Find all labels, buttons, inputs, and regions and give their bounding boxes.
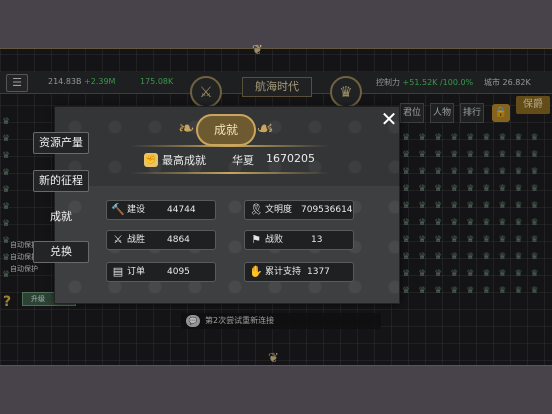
- dialog-title: 成就: [196, 114, 256, 146]
- stat-victories: ⚔ 战胜 4864: [106, 230, 216, 250]
- stat-civilization: 🎗 文明度 709536614: [244, 200, 354, 220]
- document-icon: ▤: [112, 265, 124, 278]
- best-achievement-label: 最高成就: [162, 154, 206, 167]
- side-tab-achievement[interactable]: 成就: [33, 206, 89, 228]
- laurel-right-icon: ☙: [256, 116, 274, 140]
- stat-construction: 🔨 建设 44744: [106, 200, 216, 220]
- side-tab-new-journey[interactable]: 新的征程: [33, 170, 89, 192]
- divider: [130, 145, 330, 147]
- hammer-icon: 🔨: [111, 203, 125, 216]
- stat-defeats: ⚑ 战败 13: [244, 230, 354, 250]
- side-tab-resource-output[interactable]: 资源产量: [33, 132, 89, 154]
- side-tab-redeem[interactable]: 兑换: [33, 241, 89, 263]
- divider: [130, 172, 330, 174]
- handshake-icon: ✋: [249, 265, 263, 278]
- stat-orders: ▤ 订单 4095: [106, 262, 216, 282]
- stat-total-support: ✋ 累计支持 1377: [244, 262, 354, 282]
- ribbon-icon: 🎗: [249, 203, 263, 216]
- crossed-swords-icon: ⚔: [113, 233, 123, 246]
- flag-icon: ⚑: [251, 233, 261, 246]
- best-score: 1670205: [266, 152, 315, 165]
- close-icon[interactable]: ✕: [378, 108, 400, 130]
- fist-icon: ✊: [144, 153, 158, 167]
- best-nation: 华夏: [232, 154, 254, 167]
- laurel-left-icon: ❧: [178, 116, 195, 140]
